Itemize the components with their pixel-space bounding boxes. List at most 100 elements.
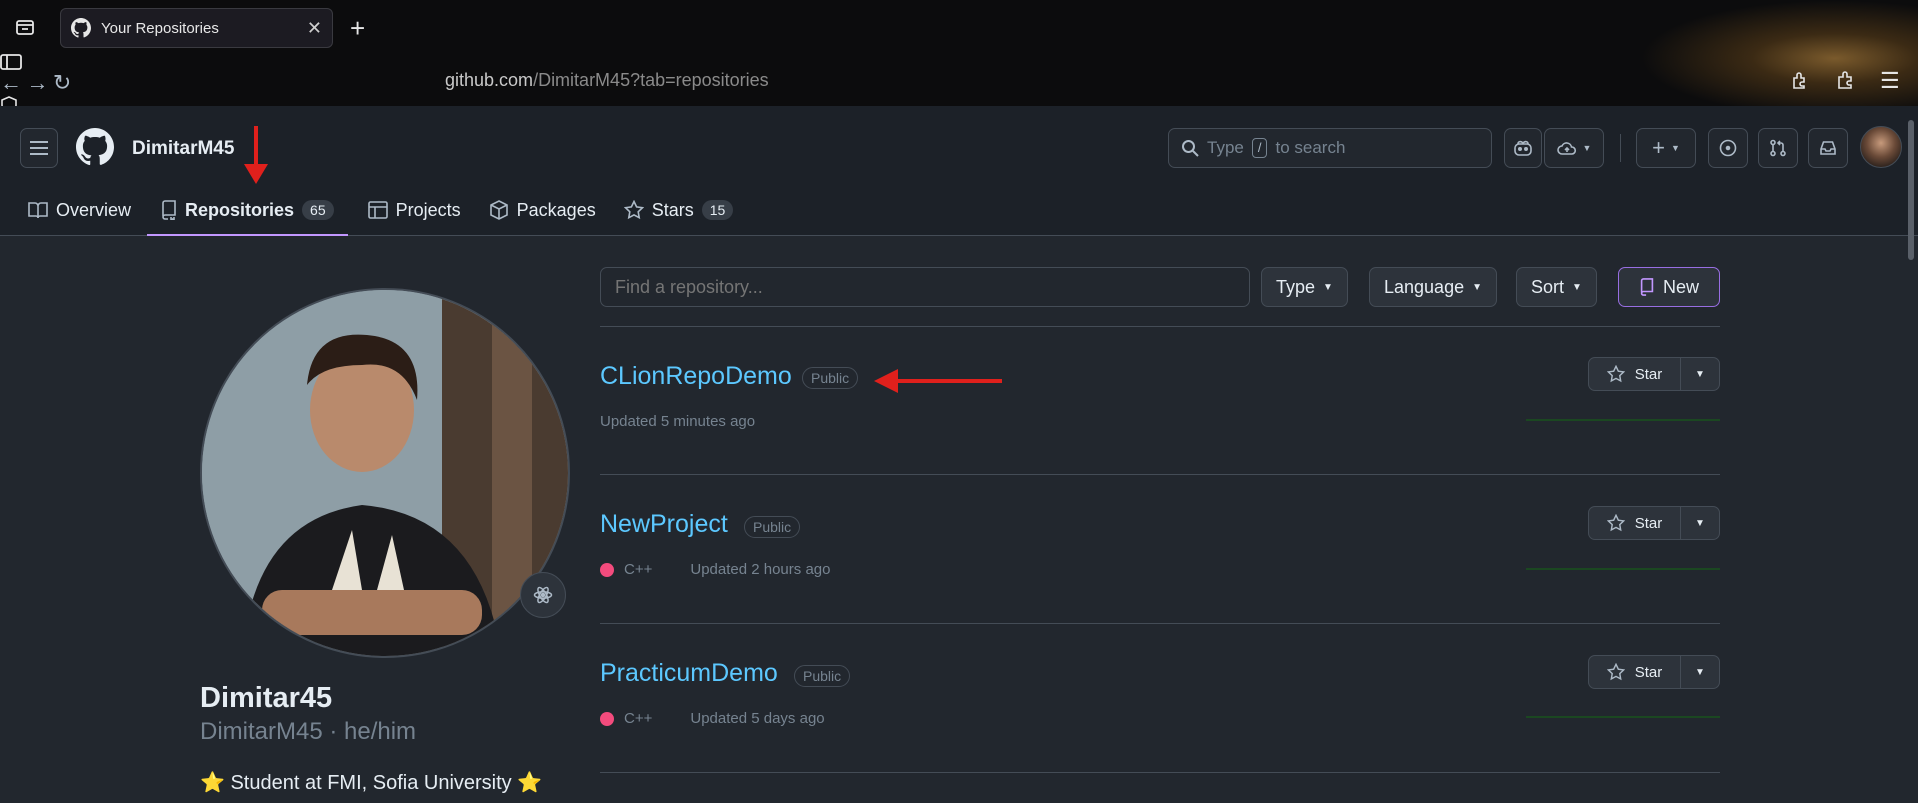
url-field[interactable]: github.com/DimitarM45?tab=repositories [445, 70, 769, 91]
global-nav-menu-button[interactable] [20, 128, 58, 168]
plus-icon: + [1652, 135, 1665, 160]
table-icon [367, 201, 388, 219]
type-filter-dropdown[interactable]: Type ▼ [1261, 267, 1348, 307]
cloud-upload-icon [1556, 142, 1576, 155]
repo-meta: C++ Updated 2 hours ago [600, 561, 830, 578]
star-list-dropdown[interactable]: ▼ [1681, 656, 1719, 688]
tab-projects[interactable]: Projects [354, 184, 475, 236]
search-input[interactable]: Type / to search [1168, 128, 1492, 168]
activity-sparkline [1526, 419, 1720, 421]
profile-avatar[interactable] [200, 288, 570, 658]
new-repository-button[interactable]: New [1618, 267, 1720, 307]
user-avatar-button[interactable] [1860, 126, 1902, 168]
issue-opened-icon [1719, 139, 1737, 157]
pull-requests-button[interactable] [1758, 128, 1798, 168]
repo-meta: C++ Updated 5 days ago [600, 710, 825, 727]
tab-close-icon[interactable]: ✕ [307, 19, 322, 37]
tab-label: Stars [651, 199, 694, 220]
tab-overview[interactable]: Overview [14, 184, 145, 236]
sort-dropdown[interactable]: Sort ▼ [1516, 267, 1597, 307]
browser-tab[interactable]: Your Repositories ✕ [60, 8, 333, 48]
profile-photo [202, 290, 568, 656]
search-shortcut-key: / [1251, 138, 1268, 158]
star-button[interactable]: Star [1589, 656, 1681, 688]
star-list-dropdown[interactable]: ▼ [1681, 358, 1719, 390]
annotation-arrow-left-icon [874, 369, 1002, 393]
tab-repositories[interactable]: Repositories 65 [147, 184, 348, 236]
url-host: github.com [445, 70, 534, 90]
tab-packages[interactable]: Packages [475, 184, 610, 236]
annotation-arrow-down-icon [244, 126, 268, 184]
package-icon [489, 200, 508, 220]
search-prefix: Type [1207, 138, 1244, 157]
chevron-down-icon: ▼ [1582, 143, 1592, 153]
chevron-down-icon: ▼ [1695, 517, 1705, 529]
language-color-dot [600, 711, 614, 726]
copilot-button[interactable] [1504, 128, 1542, 168]
repo-language: C++ [624, 710, 653, 727]
language-filter-label: Language [1384, 276, 1465, 297]
star-list-dropdown[interactable]: ▼ [1681, 507, 1719, 539]
stars-count-badge: 15 [701, 200, 734, 220]
star-button[interactable]: Star [1589, 358, 1681, 390]
repo-updated-text: Updated 2 hours ago [690, 561, 831, 578]
star-button[interactable]: Star [1589, 507, 1681, 539]
reload-icon[interactable]: ↻ [53, 70, 71, 95]
repo-updated-text: Updated 5 minutes ago [600, 413, 756, 430]
repo-name-link[interactable]: CLionRepoDemo [600, 362, 792, 391]
star-icon [1606, 514, 1625, 532]
tab-label: Projects [395, 199, 461, 220]
new-repository-label: New [1662, 276, 1699, 297]
tab-label: Overview [56, 199, 132, 220]
tab-label: Packages [516, 199, 596, 220]
copilot-icon [1514, 140, 1532, 156]
activity-sparkline [1526, 568, 1720, 570]
forward-icon[interactable]: → [26, 70, 48, 95]
repo-meta: Updated 5 minutes ago [600, 413, 755, 430]
inbox-button[interactable] [1808, 128, 1848, 168]
repo-list-divider [600, 474, 1720, 475]
tab-label: Repositories [185, 199, 295, 220]
star-icon [623, 200, 644, 220]
profile-status-button[interactable] [520, 572, 566, 618]
repo-list-divider [600, 326, 1720, 327]
star-icon [1606, 663, 1625, 681]
new-tab-icon[interactable]: + [350, 13, 365, 44]
tab-overview-icon[interactable] [14, 16, 36, 38]
sidebar-toggle-icon[interactable] [0, 54, 1918, 70]
browser-url-bar: ← → ↻ github.com/DimitarM45?tab=reposito… [0, 54, 1918, 199]
github-logo-icon[interactable] [76, 128, 114, 166]
issues-button[interactable] [1708, 128, 1748, 168]
repo-name-link[interactable]: NewProject [600, 510, 728, 539]
header-username-link[interactable]: DimitarM45 [132, 138, 234, 160]
star-button-group: Star ▼ [1588, 655, 1720, 689]
extension-icon[interactable] [1790, 70, 1810, 90]
chevron-down-icon: ▼ [1695, 368, 1705, 380]
find-repository-input[interactable] [600, 267, 1250, 307]
tab-stars[interactable]: Stars 15 [610, 184, 748, 236]
chevron-down-icon: ▼ [1472, 281, 1482, 293]
app-menu-icon[interactable]: ☰ [1880, 68, 1900, 94]
create-new-button[interactable]: + ▼ [1636, 128, 1696, 168]
chevron-down-icon: ▼ [1323, 281, 1333, 293]
search-icon [1182, 140, 1199, 157]
extensions-puzzle-icon[interactable] [1836, 70, 1856, 90]
github-header: DimitarM45 Type / to search ▼ + ▼ Overvi… [0, 106, 1918, 236]
header-divider [1620, 134, 1621, 162]
copilot-dropdown-button[interactable]: ▼ [1544, 128, 1604, 168]
profile-nav-tabs: Overview Repositories 65 Projects Packag… [0, 184, 747, 236]
sort-label: Sort [1531, 276, 1565, 297]
language-filter-dropdown[interactable]: Language ▼ [1369, 267, 1497, 307]
back-icon[interactable]: ← [0, 70, 22, 95]
repo-icon [1640, 278, 1654, 296]
hamburger-icon [30, 141, 48, 155]
react-status-icon [533, 586, 553, 604]
chevron-down-icon: ▼ [1670, 143, 1680, 153]
page-scrollbar[interactable] [1908, 120, 1914, 260]
inbox-icon [1820, 141, 1836, 155]
browser-tab-bar: Your Repositories ✕ + ✕ [0, 0, 1918, 54]
search-suffix: to search [1275, 138, 1346, 157]
star-icon [1606, 365, 1625, 383]
tab-title: Your Repositories [101, 19, 219, 37]
repo-name-link[interactable]: PracticumDemo [600, 659, 778, 688]
